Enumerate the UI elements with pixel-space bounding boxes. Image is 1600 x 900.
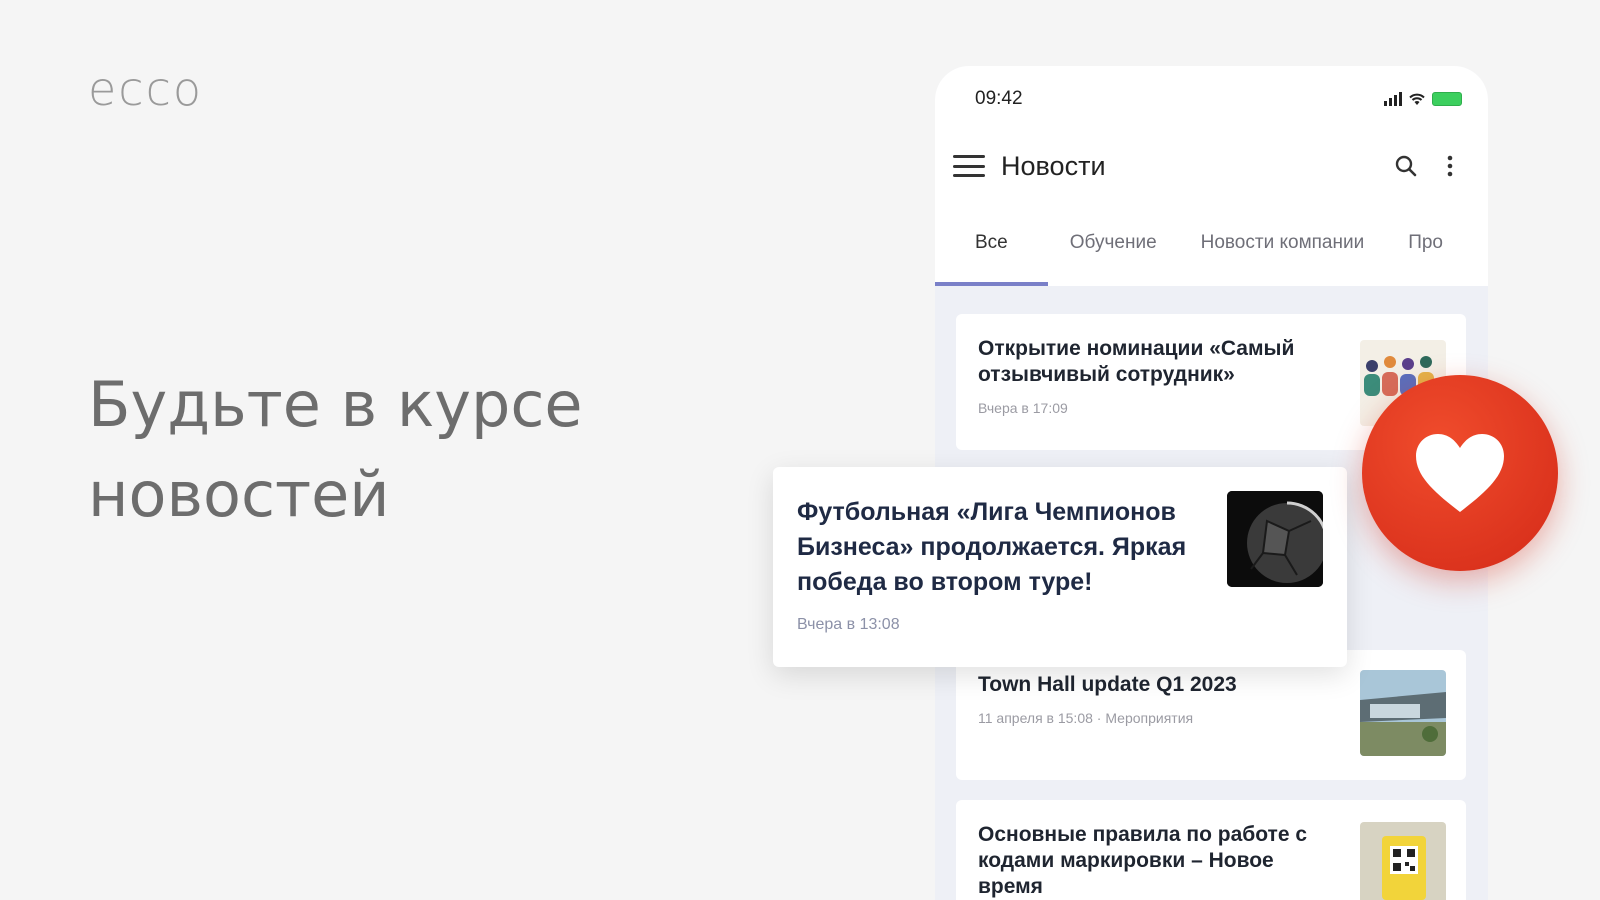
featured-news-card[interactable]: Футбольная «Лига Чемпионов Бизнеса» прод…: [773, 467, 1347, 667]
news-thumbnail: [1360, 670, 1446, 756]
more-options-icon[interactable]: [1432, 148, 1468, 184]
tab-training[interactable]: Обучение: [1048, 200, 1179, 286]
tab-all[interactable]: Все: [935, 200, 1048, 286]
like-button[interactable]: [1362, 375, 1558, 571]
page-title: Новости: [1001, 150, 1106, 181]
wifi-icon: [1409, 93, 1425, 105]
news-title: Основные правила по работе с кодами марк…: [978, 823, 1308, 898]
heart-icon: [1416, 434, 1504, 512]
status-time: 09:42: [975, 88, 1023, 109]
featured-news-meta: Вчера в 13:08: [797, 616, 900, 633]
news-title: Открытие номинации «Самый отзывчивый сот…: [978, 337, 1295, 386]
app-bar: Новости: [935, 132, 1488, 200]
news-thumbnail: [1360, 822, 1446, 900]
category-tabs: Все Обучение Новости компании Про: [935, 200, 1488, 286]
featured-news-title: Футбольная «Лига Чемпионов Бизнеса» прод…: [797, 498, 1187, 596]
phone-header: 09:42 Новости Все Обучение Новости компа…: [935, 66, 1488, 286]
search-icon[interactable]: [1388, 148, 1424, 184]
news-title: Town Hall update Q1 2023: [978, 673, 1237, 696]
tab-company-news[interactable]: Новости компании: [1179, 200, 1387, 286]
news-card[interactable]: Town Hall update Q1 2023 11 апреля в 15:…: [956, 650, 1466, 780]
football-thumbnail: [1227, 491, 1323, 587]
menu-icon[interactable]: [953, 155, 985, 177]
news-card[interactable]: Основные правила по работе с кодами марк…: [956, 800, 1466, 900]
hero-headline: Будьте в курсе новостей: [88, 368, 583, 531]
signal-icon: [1384, 92, 1402, 106]
status-bar: 09:42: [935, 66, 1488, 132]
tab-more[interactable]: Про: [1386, 200, 1465, 286]
ecco-logo: ecco: [88, 62, 204, 116]
status-icons: [1384, 92, 1462, 106]
battery-icon: [1432, 92, 1462, 106]
